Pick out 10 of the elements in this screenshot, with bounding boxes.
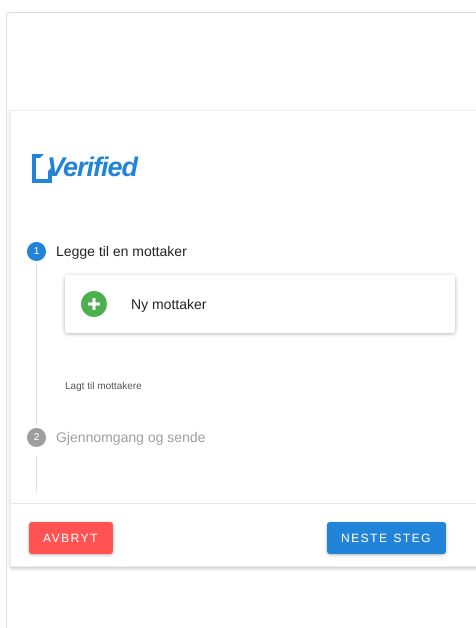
step-number: 1 — [27, 242, 46, 260]
step-label: Legge til en mottaker — [56, 242, 187, 261]
plus-icon — [81, 291, 107, 317]
step-number: 2 — [27, 428, 46, 446]
next-step-button[interactable]: NESTE STEG — [326, 522, 446, 554]
cancel-button[interactable]: AVBRYT — [29, 522, 113, 554]
add-recipient-button[interactable]: Ny mottaker — [65, 275, 455, 333]
logo-text: Verified — [47, 151, 138, 183]
step-label: Gjennomgang og sende — [56, 428, 206, 447]
section-label: Lagt til mottakere — [65, 380, 142, 394]
